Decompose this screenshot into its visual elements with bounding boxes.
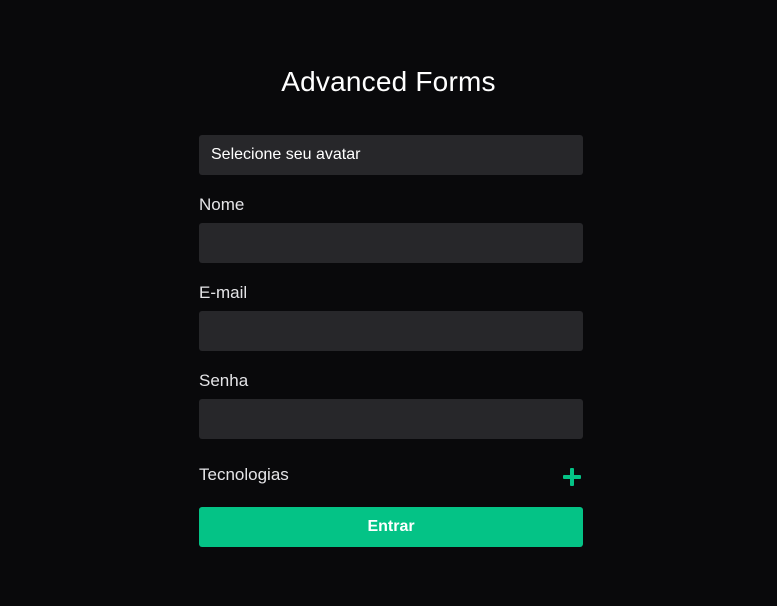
name-label: Nome: [199, 195, 245, 214]
avatar-select-label: Selecione seu avatar: [211, 146, 361, 163]
name-input[interactable]: [199, 223, 583, 263]
technologies-row: Tecnologias: [199, 463, 583, 487]
add-technology-plus-icon[interactable]: [563, 468, 581, 486]
password-label: Senha: [199, 371, 249, 390]
page: Advanced Forms Selecione seu avatar Nome…: [0, 0, 777, 606]
avatar-select[interactable]: Selecione seu avatar: [199, 135, 583, 175]
technologies-label: Tecnologias: [199, 465, 289, 484]
password-input[interactable]: [199, 399, 583, 439]
email-field-group: E-mail: [199, 283, 583, 351]
advanced-form: Selecione seu avatar Nome E-mail Senha T…: [199, 135, 583, 547]
page-title: Advanced Forms: [281, 66, 496, 97]
name-field-group: Nome: [199, 195, 583, 263]
password-field-group: Senha: [199, 371, 583, 439]
email-label: E-mail: [199, 283, 248, 302]
submit-button[interactable]: Entrar: [199, 507, 583, 547]
email-input[interactable]: [199, 311, 583, 351]
